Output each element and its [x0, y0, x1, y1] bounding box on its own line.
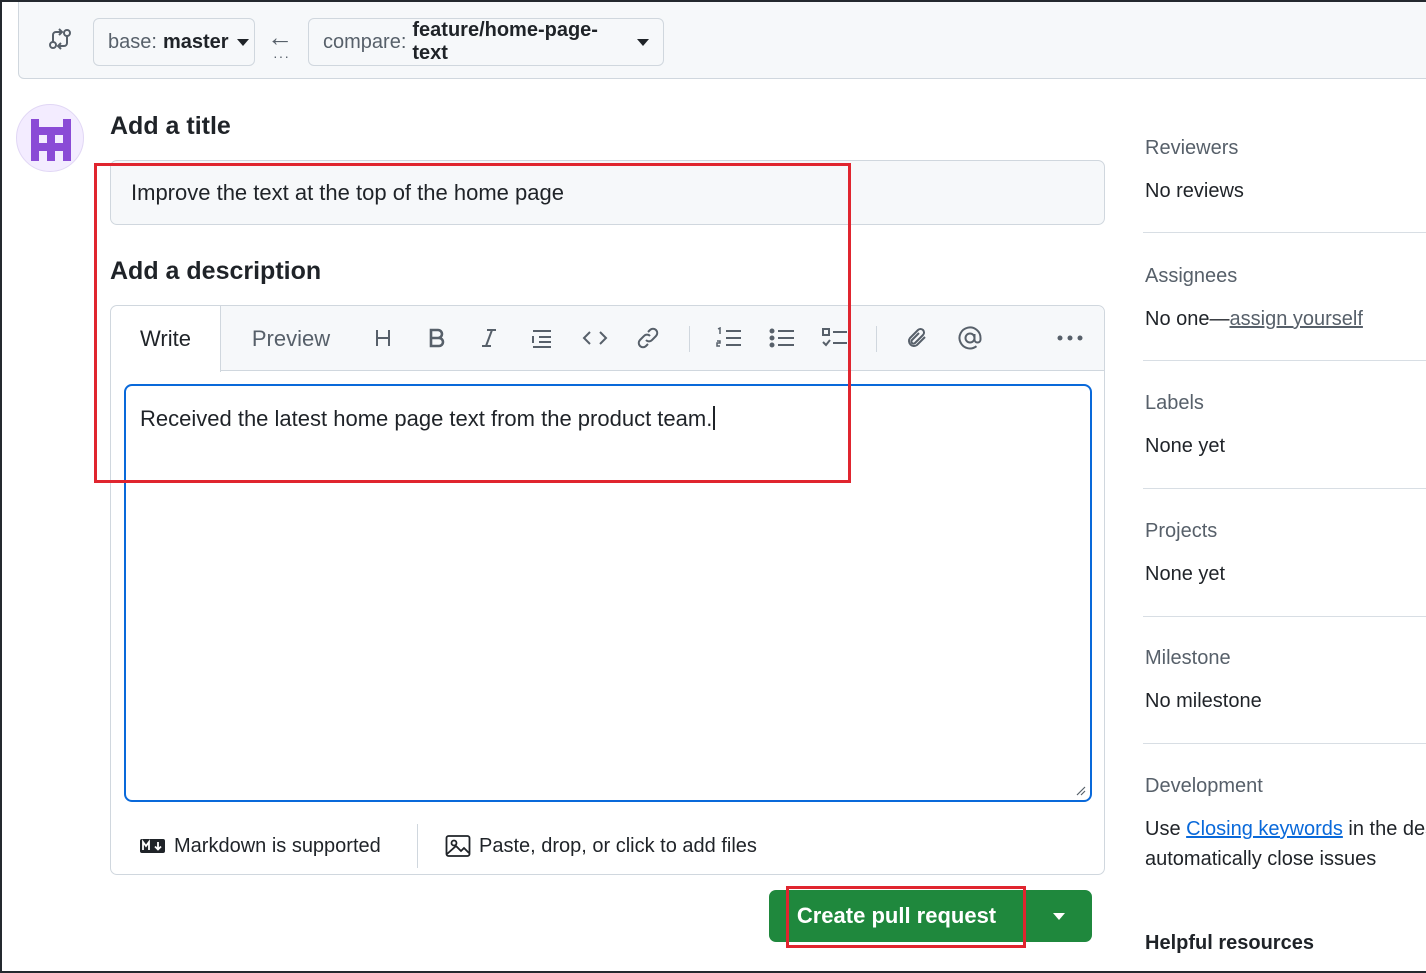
sidebar-divider — [1143, 232, 1426, 233]
projects-title[interactable]: Projects — [1145, 520, 1217, 543]
compare-bar: base: master ← ··· compare: feature/home… — [18, 2, 1426, 79]
tab-write[interactable]: Write — [111, 306, 221, 372]
quote-icon[interactable] — [524, 320, 560, 356]
chevron-down-icon — [1052, 912, 1065, 920]
heading-icon[interactable] — [365, 320, 401, 356]
closing-keywords-link[interactable]: Closing keywords — [1186, 818, 1343, 840]
more-icon[interactable] — [1052, 320, 1088, 356]
development-line2: automatically close issues — [1145, 848, 1377, 870]
editor-toolbar: Write Preview — [111, 306, 1104, 372]
title-input-value: Improve the text at the top of the home … — [131, 179, 564, 205]
resize-handle-icon[interactable] — [1074, 784, 1086, 796]
git-compare-icon — [47, 26, 73, 52]
labels-value: None yet — [1145, 435, 1226, 457]
editor-footer: Markdown is supported Paste, drop, or cl… — [111, 816, 1104, 874]
assign-yourself-link[interactable]: assign yourself — [1230, 308, 1363, 330]
helpful-resources-title: Helpful resources — [1145, 932, 1314, 954]
sidebar-divider — [1143, 360, 1426, 361]
development-title: Development — [1145, 775, 1263, 797]
base-branch-select[interactable]: base: master — [93, 18, 255, 66]
sidebar-divider — [1143, 488, 1426, 489]
code-icon[interactable] — [577, 320, 613, 356]
unordered-list-icon[interactable] — [764, 320, 800, 356]
title-input[interactable]: Improve the text at the top of the home … — [110, 160, 1105, 225]
toolbar-divider — [689, 326, 690, 352]
create-pull-request-button[interactable]: Create pull request — [769, 890, 1024, 942]
base-prefix: base: — [108, 30, 157, 53]
compare-prefix: compare: — [323, 30, 407, 53]
identicon-icon — [31, 119, 71, 161]
compare-branch-select[interactable]: compare: feature/home-page-text — [308, 18, 664, 66]
markdown-note: Markdown is supported — [174, 834, 381, 857]
ordered-list-icon[interactable] — [711, 320, 747, 356]
assignees-value: No one—assign yourself — [1145, 308, 1363, 331]
footer-divider — [417, 824, 418, 868]
mention-icon[interactable] — [952, 320, 988, 356]
chevron-down-icon — [236, 38, 249, 46]
image-icon — [445, 835, 471, 857]
ellipsis-icon: ··· — [273, 48, 290, 64]
milestone-title[interactable]: Milestone — [1145, 647, 1231, 670]
link-icon[interactable] — [630, 320, 666, 356]
description-textarea[interactable]: Received the latest home page text from … — [124, 384, 1092, 802]
chevron-down-icon — [637, 38, 649, 46]
reviewers-title[interactable]: Reviewers — [1145, 137, 1238, 160]
development-pre: Use — [1145, 818, 1187, 840]
description-text: Received the latest home page text from … — [140, 406, 713, 431]
sidebar-divider — [1143, 743, 1426, 744]
tab-preview[interactable]: Preview — [236, 306, 346, 371]
milestone-value: No milestone — [1145, 690, 1262, 712]
attach-note: Paste, drop, or click to add files — [479, 834, 757, 857]
markdown-supported-link[interactable]: Markdown is supported — [139, 826, 381, 866]
toolbar-divider — [876, 326, 877, 352]
italic-icon[interactable] — [471, 320, 507, 356]
compare-branch-name: feature/home-page-text — [412, 19, 598, 64]
task-list-icon[interactable] — [817, 320, 853, 356]
base-branch-name: master — [162, 30, 229, 53]
description-heading: Add a description — [110, 257, 322, 285]
assignees-none: No one— — [1145, 308, 1230, 330]
markdown-icon — [140, 839, 165, 853]
sidebar-divider — [1143, 616, 1426, 617]
assignees-title[interactable]: Assignees — [1145, 265, 1237, 288]
title-heading: Add a title — [110, 112, 231, 140]
create-options-dropdown[interactable] — [1025, 890, 1092, 942]
description-editor: Write Preview Received the latest home p… — [110, 305, 1105, 875]
development-text: Use Closing keywords in the des — [1145, 818, 1426, 841]
projects-value: None yet — [1145, 563, 1226, 585]
development-post: in the des — [1342, 818, 1426, 840]
attach-files-button[interactable]: Paste, drop, or click to add files — [445, 826, 757, 866]
reviewers-value: No reviews — [1145, 180, 1244, 202]
attach-icon[interactable] — [899, 320, 935, 356]
labels-title[interactable]: Labels — [1145, 392, 1204, 415]
text-cursor — [713, 406, 716, 430]
avatar[interactable] — [16, 104, 84, 172]
bold-icon[interactable] — [418, 320, 454, 356]
